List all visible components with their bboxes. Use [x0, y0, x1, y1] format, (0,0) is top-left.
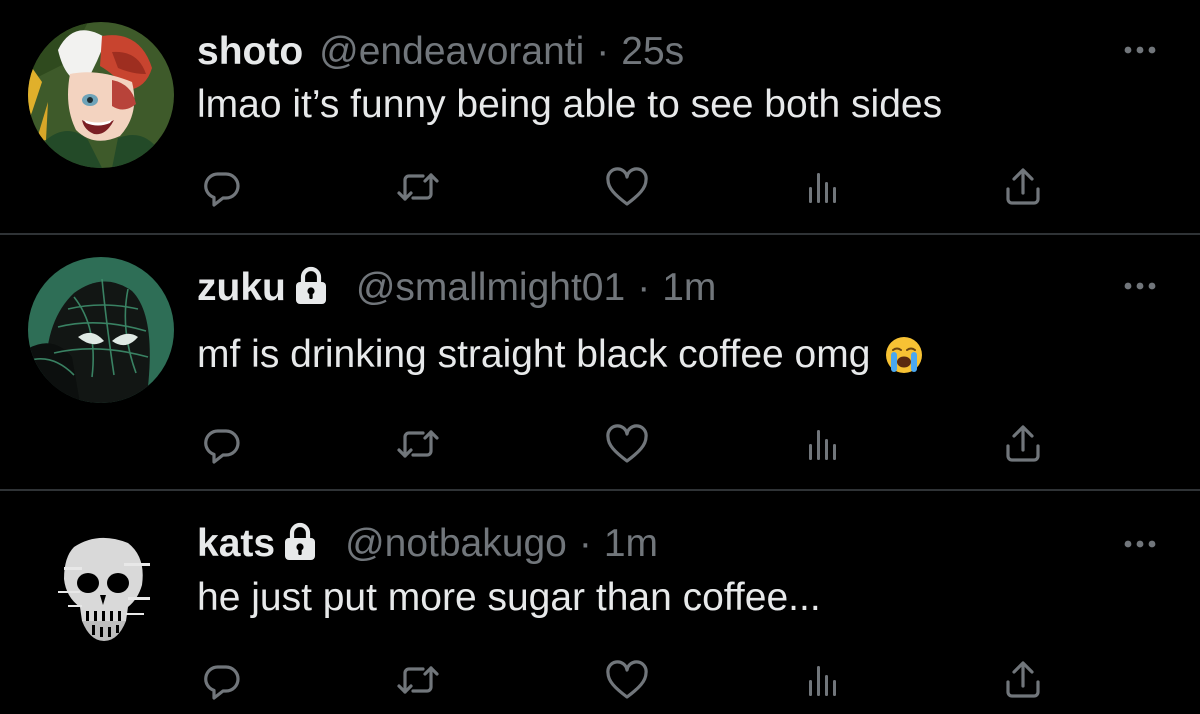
tweet-body: he just put more sugar than coffee...: [197, 576, 821, 619]
tweet-text: he just put more sugar than coffee...: [197, 573, 821, 623]
views-icon: [798, 656, 846, 704]
share-button[interactable]: [999, 420, 1047, 468]
views-button[interactable]: [798, 656, 846, 704]
reply-icon: [198, 163, 246, 211]
views-icon: [798, 420, 846, 468]
reply-button[interactable]: [198, 420, 246, 468]
tweet-header: shoto @endeavoranti · 25s: [197, 24, 684, 80]
lock-icon: [283, 522, 317, 562]
tweet-header: zuku @smallmight01 · 1m: [197, 260, 716, 316]
heart-icon: [603, 656, 651, 704]
action-bar: [0, 420, 1200, 468]
more-icon: [1118, 40, 1162, 60]
like-button[interactable]: [603, 163, 651, 211]
views-button[interactable]: [798, 420, 846, 468]
avatar[interactable]: [28, 519, 174, 665]
separator-dot: ·: [637, 266, 651, 309]
tweet-header: kats @notbakugo · 1m: [197, 516, 658, 572]
retweet-button[interactable]: [394, 420, 442, 468]
sob-emoji: [884, 335, 924, 375]
tweet[interactable]: shoto @endeavoranti · 25s lmao it’s funn…: [0, 0, 1200, 233]
action-bar: [0, 163, 1200, 211]
retweet-icon: [394, 420, 442, 468]
timestamp[interactable]: 1m: [604, 522, 658, 566]
share-button[interactable]: [999, 656, 1047, 704]
tweet-text: lmao it’s funny being able to see both s…: [197, 80, 942, 130]
like-button[interactable]: [603, 656, 651, 704]
avatar[interactable]: [28, 22, 174, 168]
tweet-text: mf is drinking straight black coffee omg: [197, 329, 924, 381]
heart-icon: [603, 163, 651, 211]
share-button[interactable]: [999, 163, 1047, 211]
avatar[interactable]: [28, 257, 174, 403]
views-button[interactable]: [798, 163, 846, 211]
user-handle[interactable]: @notbakugo: [345, 522, 567, 566]
separator-dot: ·: [596, 30, 610, 73]
timeline-feed: shoto @endeavoranti · 25s lmao it’s funn…: [0, 0, 1200, 714]
share-icon: [999, 656, 1047, 704]
views-icon: [798, 163, 846, 211]
reply-button[interactable]: [198, 163, 246, 211]
share-icon: [999, 420, 1047, 468]
lock-icon: [294, 266, 328, 306]
action-bar: [0, 656, 1200, 704]
display-name[interactable]: shoto: [197, 30, 303, 74]
retweet-icon: [394, 656, 442, 704]
reply-icon: [198, 656, 246, 704]
display-name[interactable]: kats: [197, 522, 275, 566]
user-handle[interactable]: @smallmight01: [356, 266, 625, 310]
retweet-icon: [394, 163, 442, 211]
more-options-button[interactable]: [1118, 534, 1162, 554]
reply-icon: [198, 420, 246, 468]
reply-button[interactable]: [198, 656, 246, 704]
retweet-button[interactable]: [394, 163, 442, 211]
separator-dot: ·: [578, 522, 592, 565]
timestamp[interactable]: 25s: [621, 30, 684, 74]
more-icon: [1118, 276, 1162, 296]
tweet[interactable]: zuku @smallmight01 · 1m mf is drinking s…: [0, 235, 1200, 489]
heart-icon: [603, 420, 651, 468]
display-name[interactable]: zuku: [197, 266, 286, 310]
share-icon: [999, 163, 1047, 211]
like-button[interactable]: [603, 420, 651, 468]
timestamp[interactable]: 1m: [662, 266, 716, 310]
more-options-button[interactable]: [1118, 40, 1162, 60]
user-handle[interactable]: @endeavoranti: [319, 30, 584, 74]
more-options-button[interactable]: [1118, 276, 1162, 296]
tweet[interactable]: kats @notbakugo · 1m he just put more su…: [0, 491, 1200, 714]
tweet-body: mf is drinking straight black coffee omg: [197, 333, 871, 376]
tweet-body: lmao it’s funny being able to see both s…: [197, 83, 943, 126]
retweet-button[interactable]: [394, 656, 442, 704]
more-icon: [1118, 534, 1162, 554]
